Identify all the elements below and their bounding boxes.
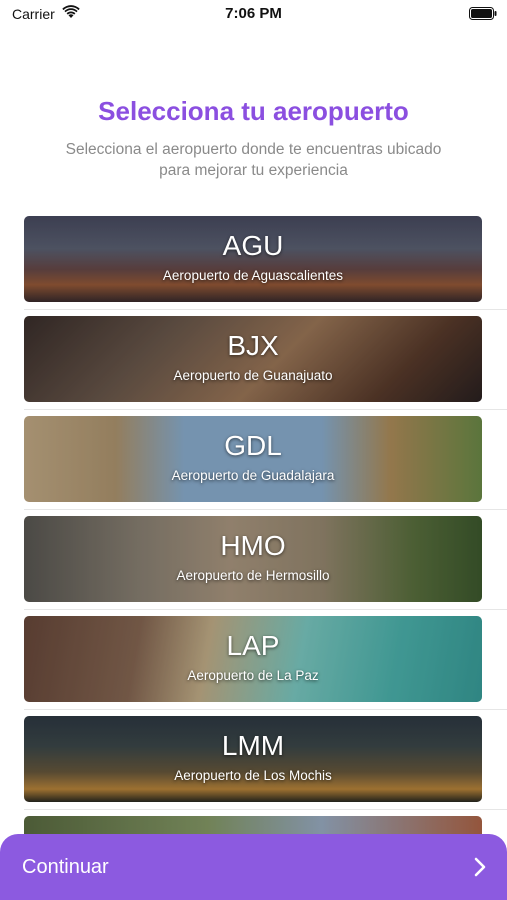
airport-row-bjx[interactable]: BJX Aeropuerto de Guanajuato: [24, 310, 507, 410]
airport-row-lap[interactable]: LAP Aeropuerto de La Paz: [24, 610, 507, 710]
airport-code: AGU: [222, 230, 284, 261]
airport-code: LMM: [221, 730, 285, 761]
airport-card-image[interactable]: GDL Aeropuerto de Guadalajara: [24, 416, 482, 502]
airport-card-image[interactable]: LMM Aeropuerto de Los Mochis: [24, 716, 482, 802]
chevron-right-icon: [474, 857, 486, 877]
status-bar: Carrier 7:06 PM: [0, 0, 507, 30]
airport-name: Aeropuerto de Guadalajara: [171, 468, 335, 483]
continue-button[interactable]: Continuar: [0, 834, 507, 900]
page-subtitle: Selecciona el aeropuerto donde te encuen…: [65, 141, 442, 179]
status-time: 7:06 PM: [225, 5, 282, 22]
airport-name: Aeropuerto de Guanajuato: [173, 368, 333, 383]
airport-name: Aeropuerto de Los Mochis: [174, 768, 332, 783]
airport-code: BJX: [227, 330, 279, 361]
airport-list[interactable]: AGU Aeropuerto de Aguascalientes BJX Aer…: [0, 210, 507, 900]
airport-card-image[interactable]: BJX Aeropuerto de Guanajuato: [24, 316, 482, 402]
continue-label: Continuar: [22, 856, 109, 878]
airport-code: LAP: [226, 630, 280, 661]
airport-card-image[interactable]: HMO Aeropuerto de Hermosillo: [24, 516, 482, 602]
battery-icon: [469, 7, 497, 20]
airport-card-image[interactable]: AGU Aeropuerto de Aguascalientes: [24, 216, 482, 302]
airport-name: Aeropuerto de Hermosillo: [176, 568, 330, 583]
airport-code: GDL: [224, 430, 282, 461]
page-title: Selecciona tu aeropuerto: [98, 96, 409, 126]
airport-row-lmm[interactable]: LMM Aeropuerto de Los Mochis: [24, 710, 507, 810]
airport-row-agu[interactable]: AGU Aeropuerto de Aguascalientes: [24, 210, 507, 310]
airport-row-hmo[interactable]: HMO Aeropuerto de Hermosillo: [24, 510, 507, 610]
airport-code: HMO: [220, 530, 286, 561]
airport-name: Aeropuerto de Aguascalientes: [162, 268, 344, 283]
airport-name: Aeropuerto de La Paz: [187, 668, 319, 683]
airport-card-image[interactable]: LAP Aeropuerto de La Paz: [24, 616, 482, 702]
airport-row-gdl[interactable]: GDL Aeropuerto de Guadalajara: [24, 410, 507, 510]
